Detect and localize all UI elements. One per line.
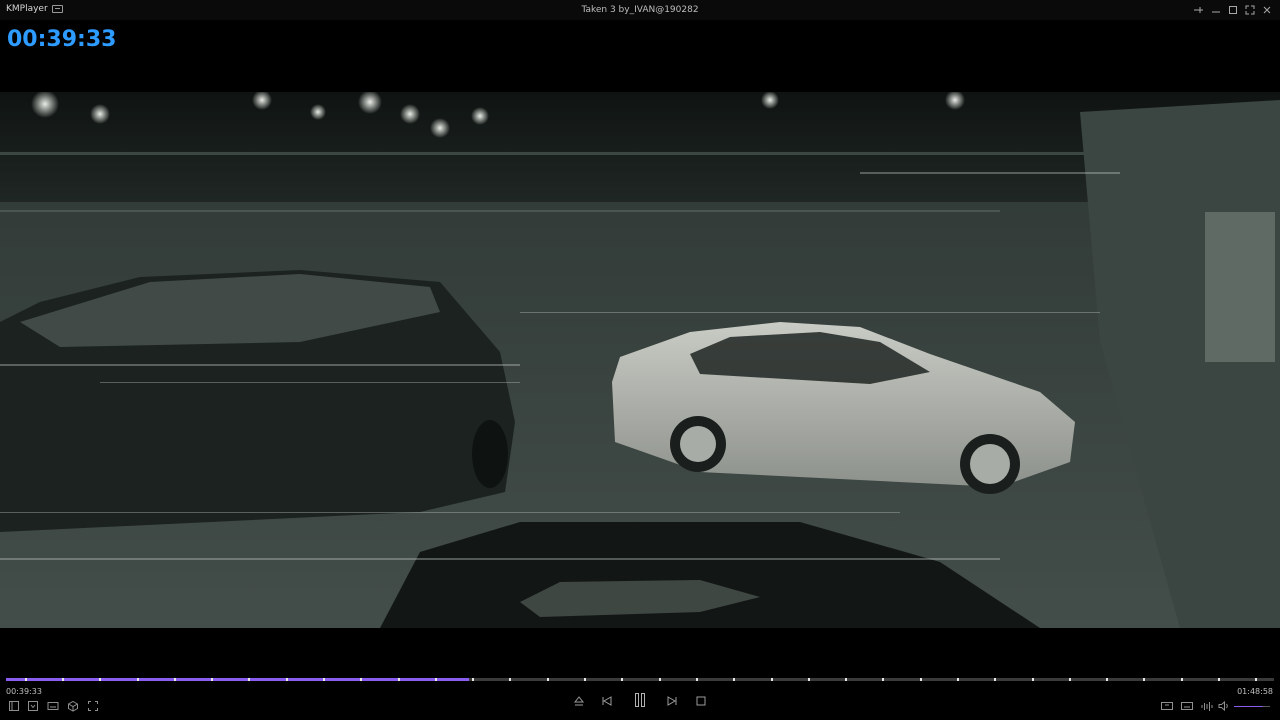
volume-slider[interactable] [1234,706,1270,707]
window-title: Taken 3 by_IVAN@190282 [581,5,699,15]
next-icon[interactable] [665,694,679,708]
capture-icon[interactable] [87,700,99,712]
pause-icon[interactable] [632,692,648,708]
dark-suv [0,270,515,532]
bookmark-tick[interactable] [136,678,139,681]
bookmark-tick[interactable] [584,678,587,681]
bookmark-tick[interactable] [61,678,64,681]
bookmark-tick[interactable] [1180,678,1183,681]
bookmark-tick[interactable] [360,678,363,681]
title-bar: KMPlayer Taken 3 by_IVAN@190282 [0,0,1280,20]
volume-level [1234,706,1263,707]
bookmark-tick[interactable] [1218,678,1221,681]
previous-icon[interactable] [600,694,614,708]
bookmark-tick[interactable] [658,678,661,681]
bookmark-tick[interactable] [733,678,736,681]
bookmark-tick[interactable] [882,678,885,681]
fullscreen-icon[interactable] [1243,3,1257,17]
bookmark-tick[interactable] [211,678,214,681]
bookmark-tick[interactable] [1106,678,1109,681]
minimize-icon[interactable] [1209,3,1223,17]
total-time: 01:48:58 [1237,687,1273,696]
bookmark-tick[interactable] [1068,678,1071,681]
bookmark-tick[interactable] [1031,678,1034,681]
subtitle-icon[interactable] [47,700,59,712]
bookmark-tick[interactable] [1143,678,1146,681]
maximize-icon[interactable] [1226,3,1240,17]
equalizer-icon[interactable] [1200,700,1214,712]
bookmark-tick[interactable] [397,678,400,681]
bookmark-tick[interactable] [621,678,624,681]
close-icon[interactable] [1260,3,1274,17]
bookmark-tick[interactable] [434,678,437,681]
speaker-icon[interactable] [1217,700,1231,712]
bookmark-tick[interactable] [248,678,251,681]
pin-icon[interactable] [1191,3,1205,17]
time-overlay: 00:39:33 [7,27,117,52]
bookmark-tick[interactable] [994,678,997,681]
bookmark-tick[interactable] [323,678,325,681]
bookmark-tick[interactable] [807,678,810,681]
stop-icon[interactable] [694,694,708,708]
current-time: 00:39:33 [6,687,42,696]
bookmark-tick[interactable] [99,678,102,681]
eject-icon[interactable] [572,694,586,708]
vr-icon[interactable] [1160,700,1174,712]
3d-icon[interactable] [67,700,79,712]
open-icon[interactable] [27,700,39,712]
bookmark-ticks [6,678,1274,681]
bookmark-tick[interactable] [957,678,959,681]
seek-bar[interactable] [6,678,1274,681]
bookmark-tick[interactable] [546,678,549,681]
bookmark-tick[interactable] [845,678,848,681]
bookmark-tick[interactable] [173,678,176,681]
bookmark-tick[interactable] [695,678,698,681]
bookmark-tick[interactable] [1255,678,1258,681]
bookmark-tick[interactable] [919,678,922,681]
video-scene [0,92,1280,628]
bookmark-tick[interactable] [770,678,773,681]
bookmark-tick[interactable] [24,678,27,681]
video-frame[interactable] [0,92,1280,628]
playlist-icon[interactable] [8,700,20,712]
bookmark-tick[interactable] [472,678,475,681]
bookmark-tick[interactable] [285,678,288,681]
captions-icon[interactable] [1180,700,1194,712]
bookmark-tick[interactable] [509,678,512,681]
